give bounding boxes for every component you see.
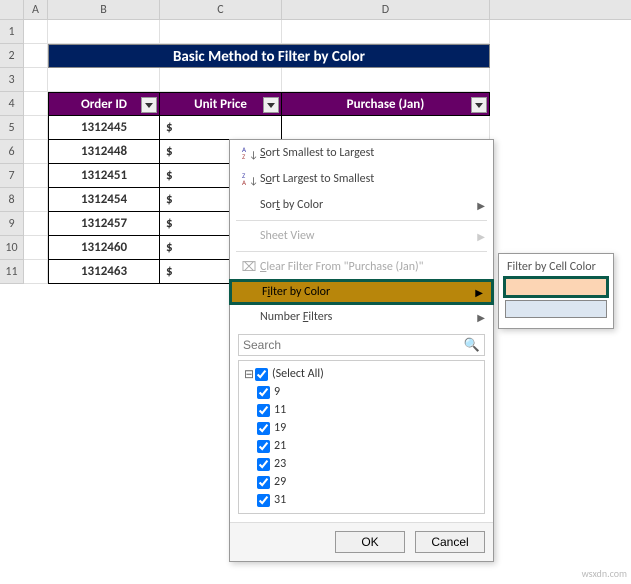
check-item[interactable]: 19 <box>243 419 480 437</box>
funnel-clear-icon: ⌧ <box>238 260 260 275</box>
color-swatch-peach[interactable] <box>505 278 607 296</box>
checkbox[interactable] <box>257 494 270 507</box>
row-header-4[interactable]: 4 <box>0 92 24 116</box>
menu-number-filters[interactable]: Number Filters ▶ <box>230 304 493 330</box>
check-label: 31 <box>274 493 286 507</box>
menu-label: Clear Filter From "Purchase (Jan)" <box>260 260 485 274</box>
col-header-A[interactable]: A <box>24 0 48 19</box>
check-item[interactable]: 29 <box>243 473 480 491</box>
menu-label: Sort by Color <box>260 198 477 212</box>
menu-separator <box>236 251 487 252</box>
checkbox[interactable] <box>257 386 270 399</box>
filter-search-box: 🔍 <box>238 334 485 356</box>
check-label: 21 <box>274 439 286 453</box>
check-item[interactable]: 9 <box>243 383 480 401</box>
filter-button-unit-price[interactable] <box>263 97 279 113</box>
checkbox-select-all[interactable] <box>255 368 268 381</box>
chevron-right-icon: ▶ <box>477 230 485 243</box>
row-header-3[interactable]: 3 <box>0 68 24 92</box>
col-header-B[interactable]: B <box>48 0 160 19</box>
cancel-button[interactable]: Cancel <box>415 531 485 553</box>
row-header-7[interactable]: 7 <box>0 164 24 188</box>
checkbox[interactable] <box>257 476 270 489</box>
col-header-C[interactable]: C <box>160 0 282 19</box>
table-header-order-id: Order ID <box>48 92 160 116</box>
column-headers: A B C D <box>0 0 631 20</box>
cell-order-id[interactable]: 1312463 <box>48 260 160 284</box>
cell-order-id[interactable]: 1312460 <box>48 236 160 260</box>
table-header-unit-price: Unit Price <box>160 92 282 116</box>
chevron-right-icon: ▶ <box>475 286 483 299</box>
watermark: wsxdn.com <box>582 567 627 580</box>
chevron-right-icon: ▶ <box>477 199 485 212</box>
menu-label: Number Filters <box>260 310 477 324</box>
row-header-5[interactable]: 5 <box>0 116 24 140</box>
submenu-title: Filter by Cell Color <box>505 258 607 278</box>
chevron-right-icon: ▶ <box>477 311 485 324</box>
filter-button-order-id[interactable] <box>141 97 157 113</box>
row-header-10[interactable]: 10 <box>0 236 24 260</box>
row-header-11[interactable]: 11 <box>0 260 24 284</box>
cell-order-id[interactable]: 1312454 <box>48 188 160 212</box>
check-item[interactable]: 23 <box>243 455 480 473</box>
check-item[interactable]: 21 <box>243 437 480 455</box>
ok-button[interactable]: OK <box>335 531 405 553</box>
table-header-label: Purchase (Jan) <box>347 97 425 112</box>
menu-sort-by-color[interactable]: Sort by Color ▶ <box>230 192 493 218</box>
col-header-D[interactable]: D <box>282 0 490 19</box>
checkbox[interactable] <box>257 440 270 453</box>
check-item[interactable]: 11 <box>243 401 480 419</box>
cell-order-id[interactable]: 1312457 <box>48 212 160 236</box>
menu-label: Sort Largest to Smallest <box>260 172 485 186</box>
menu-sort-ascending[interactable]: ↓ Sort Smallest to Largest <box>230 140 493 166</box>
table-header: Order ID Unit Price Purchase (Jan) <box>48 92 490 116</box>
select-all-corner[interactable] <box>0 0 24 19</box>
check-label: (Select All) <box>272 367 324 381</box>
menu-clear-filter: ⌧ Clear Filter From "Purchase (Jan)" <box>230 254 493 280</box>
checkbox[interactable] <box>257 458 270 471</box>
row-header-8[interactable]: 8 <box>0 188 24 212</box>
check-label: 11 <box>274 403 286 417</box>
menu-label: Sort Smallest to Largest <box>260 146 485 160</box>
sort-ascending-icon: ↓ <box>238 146 260 160</box>
checkbox[interactable] <box>257 422 270 435</box>
checkbox[interactable] <box>257 404 270 417</box>
cell-order-id[interactable]: 1312451 <box>48 164 160 188</box>
menu-sort-descending[interactable]: ↓ Sort Largest to Smallest <box>230 166 493 192</box>
search-input[interactable] <box>243 338 464 352</box>
menu-filter-by-color[interactable]: Filter by Color ▶ <box>229 279 494 305</box>
filter-context-menu: ↓ Sort Smallest to Largest ↓ Sort Larges… <box>229 139 494 562</box>
page-title: Basic Method to Filter by Color <box>48 44 490 68</box>
filter-button-purchase[interactable] <box>471 97 487 113</box>
row-header-9[interactable]: 9 <box>0 212 24 236</box>
filter-by-color-submenu: Filter by Cell Color <box>498 253 614 329</box>
filter-checklist: ⊟ (Select All) 9 11 19 21 23 29 31 <box>238 360 485 514</box>
menu-label: Sheet View <box>260 229 477 243</box>
check-label: 23 <box>274 457 286 471</box>
row-header-2[interactable]: 2 <box>0 44 24 68</box>
check-item[interactable]: 31 <box>243 491 480 509</box>
menu-button-bar: OK Cancel <box>230 522 493 561</box>
check-item-select-all[interactable]: ⊟ (Select All) <box>243 365 480 383</box>
menu-label: Filter by Color <box>262 285 475 299</box>
search-icon: 🔍 <box>464 338 480 353</box>
cell-order-id[interactable]: 1312448 <box>48 140 160 164</box>
table-header-label: Unit Price <box>194 97 247 112</box>
row-headers: 1 2 3 4 5 6 7 8 9 10 11 <box>0 20 24 284</box>
tree-collapse-icon[interactable]: ⊟ <box>243 367 255 382</box>
table-header-purchase: Purchase (Jan) <box>282 92 490 116</box>
row-header-6[interactable]: 6 <box>0 140 24 164</box>
table-row: 1312445$ <box>48 116 282 140</box>
color-swatch-lightblue[interactable] <box>505 300 607 318</box>
menu-sheet-view: Sheet View ▶ <box>230 223 493 249</box>
menu-separator <box>236 220 487 221</box>
cell-order-id[interactable]: 1312445 <box>48 116 160 140</box>
check-label: 9 <box>274 385 280 399</box>
table-header-label: Order ID <box>81 97 127 112</box>
check-label: 29 <box>274 475 286 489</box>
cell-unit-price[interactable]: $ <box>160 116 282 140</box>
row-header-1[interactable]: 1 <box>0 20 24 44</box>
sort-descending-icon: ↓ <box>238 172 260 186</box>
check-label: 19 <box>274 421 286 435</box>
